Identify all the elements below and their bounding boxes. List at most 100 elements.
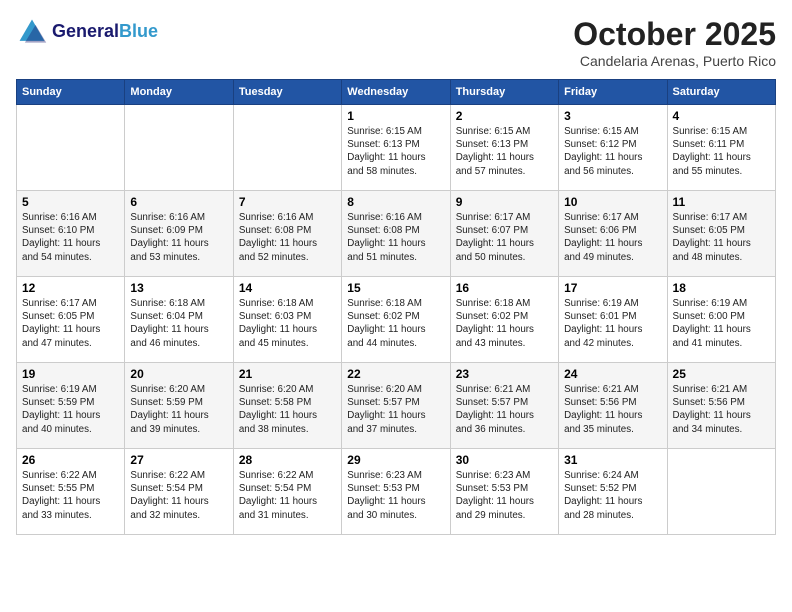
day-info: Sunrise: 6:18 AM Sunset: 6:02 PM Dayligh…	[347, 297, 444, 350]
calendar-week-row: 12Sunrise: 6:17 AM Sunset: 6:05 PM Dayli…	[17, 277, 776, 363]
calendar-cell: 19 Sunrise: 6:19 AM Sunset: 5:59 PM Dayli…	[17, 363, 125, 449]
calendar-cell: 13Sunrise: 6:18 AM Sunset: 6:04 PM Dayli…	[125, 277, 233, 363]
calendar-cell	[17, 105, 125, 191]
day-number: 20	[130, 367, 227, 381]
day-info: Sunrise: 6:23 AM Sunset: 5:53 PM Dayligh…	[347, 469, 444, 522]
calendar-cell: 3 Sunrise: 6:15 AM Sunset: 6:12 PM Daylig…	[559, 105, 667, 191]
title-block: October 2025 Candelaria Arenas, Puerto R…	[573, 16, 776, 69]
day-number: 2	[456, 109, 553, 123]
day-number: 26	[22, 453, 119, 467]
calendar-cell	[667, 449, 775, 535]
calendar-cell: 29 Sunrise: 6:23 AM Sunset: 5:53 PM Dayli…	[342, 449, 450, 535]
day-number: 30	[456, 453, 553, 467]
calendar-cell: 30 Sunrise: 6:23 AM Sunset: 5:53 PM Dayli…	[450, 449, 558, 535]
day-number: 14	[239, 281, 336, 295]
day-of-week-header: Tuesday	[233, 80, 341, 105]
day-number: 19	[22, 367, 119, 381]
calendar-cell: 26Sunrise: 6:22 AM Sunset: 5:55 PM Dayli…	[17, 449, 125, 535]
day-number: 22	[347, 367, 444, 381]
day-number: 6	[130, 195, 227, 209]
day-number: 9	[456, 195, 553, 209]
calendar-cell: 20 Sunrise: 6:20 AM Sunset: 5:59 PM Dayli…	[125, 363, 233, 449]
day-info: Sunrise: 6:18 AM Sunset: 6:02 PM Dayligh…	[456, 297, 553, 350]
day-number: 3	[564, 109, 661, 123]
location-subtitle: Candelaria Arenas, Puerto Rico	[573, 53, 776, 69]
day-of-week-header: Wednesday	[342, 80, 450, 105]
day-info: Sunrise: 6:16 AM Sunset: 6:08 PM Dayligh…	[347, 211, 444, 264]
day-info: Sunrise: 6:17 AM Sunset: 6:07 PM Dayligh…	[456, 211, 553, 264]
day-info: Sunrise: 6:19 AM Sunset: 5:59 PM Dayligh…	[22, 383, 119, 436]
calendar-cell: 22 Sunrise: 6:20 AM Sunset: 5:57 PM Dayli…	[342, 363, 450, 449]
calendar-cell: 31Sunrise: 6:24 AM Sunset: 5:52 PM Dayli…	[559, 449, 667, 535]
day-number: 27	[130, 453, 227, 467]
calendar-cell: 18 Sunrise: 6:19 AM Sunset: 6:00 PM Dayli…	[667, 277, 775, 363]
calendar-cell: 23 Sunrise: 6:21 AM Sunset: 5:57 PM Dayli…	[450, 363, 558, 449]
day-number: 28	[239, 453, 336, 467]
calendar-cell: 27Sunrise: 6:22 AM Sunset: 5:54 PM Dayli…	[125, 449, 233, 535]
calendar-cell: 11 Sunrise: 6:17 AM Sunset: 6:05 PM Dayli…	[667, 191, 775, 277]
day-number: 10	[564, 195, 661, 209]
calendar-cell: 17 Sunrise: 6:19 AM Sunset: 6:01 PM Dayli…	[559, 277, 667, 363]
logo-icon	[16, 16, 48, 48]
day-info: Sunrise: 6:16 AM Sunset: 6:10 PM Dayligh…	[22, 211, 119, 264]
day-info: Sunrise: 6:17 AM Sunset: 6:06 PM Dayligh…	[564, 211, 661, 264]
calendar-cell: 24Sunrise: 6:21 AM Sunset: 5:56 PM Dayli…	[559, 363, 667, 449]
day-info: Sunrise: 6:23 AM Sunset: 5:53 PM Dayligh…	[456, 469, 553, 522]
day-info: Sunrise: 6:24 AM Sunset: 5:52 PM Dayligh…	[564, 469, 661, 522]
day-info: Sunrise: 6:20 AM Sunset: 5:57 PM Dayligh…	[347, 383, 444, 436]
calendar-table: SundayMondayTuesdayWednesdayThursdayFrid…	[16, 79, 776, 535]
calendar-cell: 16 Sunrise: 6:18 AM Sunset: 6:02 PM Dayli…	[450, 277, 558, 363]
calendar-cell: 28Sunrise: 6:22 AM Sunset: 5:54 PM Dayli…	[233, 449, 341, 535]
day-number: 11	[673, 195, 770, 209]
calendar-cell: 2 Sunrise: 6:15 AM Sunset: 6:13 PM Daylig…	[450, 105, 558, 191]
day-number: 17	[564, 281, 661, 295]
day-info: Sunrise: 6:21 AM Sunset: 5:56 PM Dayligh…	[564, 383, 661, 436]
day-info: Sunrise: 6:15 AM Sunset: 6:13 PM Dayligh…	[347, 125, 444, 178]
day-info: Sunrise: 6:19 AM Sunset: 6:01 PM Dayligh…	[564, 297, 661, 350]
day-number: 15	[347, 281, 444, 295]
day-number: 29	[347, 453, 444, 467]
calendar-cell: 14 Sunrise: 6:18 AM Sunset: 6:03 PM Dayli…	[233, 277, 341, 363]
day-info: Sunrise: 6:18 AM Sunset: 6:03 PM Dayligh…	[239, 297, 336, 350]
page-header: GeneralBlue October 2025 Candelaria Aren…	[16, 16, 776, 69]
logo-text-general: GeneralBlue	[52, 22, 158, 42]
calendar-week-row: 5Sunrise: 6:16 AM Sunset: 6:10 PM Daylig…	[17, 191, 776, 277]
day-info: Sunrise: 6:17 AM Sunset: 6:05 PM Dayligh…	[673, 211, 770, 264]
calendar-cell: 10 Sunrise: 6:17 AM Sunset: 6:06 PM Dayli…	[559, 191, 667, 277]
day-number: 23	[456, 367, 553, 381]
day-number: 21	[239, 367, 336, 381]
day-of-week-header: Thursday	[450, 80, 558, 105]
day-of-week-header: Sunday	[17, 80, 125, 105]
day-info: Sunrise: 6:19 AM Sunset: 6:00 PM Dayligh…	[673, 297, 770, 350]
day-number: 8	[347, 195, 444, 209]
day-info: Sunrise: 6:21 AM Sunset: 5:56 PM Dayligh…	[673, 383, 770, 436]
calendar-header-row: SundayMondayTuesdayWednesdayThursdayFrid…	[17, 80, 776, 105]
day-info: Sunrise: 6:20 AM Sunset: 5:58 PM Dayligh…	[239, 383, 336, 436]
calendar-cell: 7Sunrise: 6:16 AM Sunset: 6:08 PM Daylig…	[233, 191, 341, 277]
calendar-cell: 5Sunrise: 6:16 AM Sunset: 6:10 PM Daylig…	[17, 191, 125, 277]
calendar-body: 1 Sunrise: 6:15 AM Sunset: 6:13 PM Daylig…	[17, 105, 776, 535]
day-number: 16	[456, 281, 553, 295]
calendar-cell: 9 Sunrise: 6:17 AM Sunset: 6:07 PM Daylig…	[450, 191, 558, 277]
day-info: Sunrise: 6:15 AM Sunset: 6:13 PM Dayligh…	[456, 125, 553, 178]
calendar-cell: 1 Sunrise: 6:15 AM Sunset: 6:13 PM Daylig…	[342, 105, 450, 191]
calendar-cell: 12Sunrise: 6:17 AM Sunset: 6:05 PM Dayli…	[17, 277, 125, 363]
day-info: Sunrise: 6:21 AM Sunset: 5:57 PM Dayligh…	[456, 383, 553, 436]
day-info: Sunrise: 6:16 AM Sunset: 6:09 PM Dayligh…	[130, 211, 227, 264]
calendar-cell: 4Sunrise: 6:15 AM Sunset: 6:11 PM Daylig…	[667, 105, 775, 191]
day-info: Sunrise: 6:20 AM Sunset: 5:59 PM Dayligh…	[130, 383, 227, 436]
day-of-week-header: Monday	[125, 80, 233, 105]
day-number: 1	[347, 109, 444, 123]
month-title: October 2025	[573, 16, 776, 53]
day-number: 18	[673, 281, 770, 295]
calendar-cell	[233, 105, 341, 191]
day-of-week-header: Saturday	[667, 80, 775, 105]
calendar-week-row: 19 Sunrise: 6:19 AM Sunset: 5:59 PM Dayli…	[17, 363, 776, 449]
day-number: 7	[239, 195, 336, 209]
calendar-cell: 6 Sunrise: 6:16 AM Sunset: 6:09 PM Daylig…	[125, 191, 233, 277]
calendar-week-row: 1 Sunrise: 6:15 AM Sunset: 6:13 PM Daylig…	[17, 105, 776, 191]
day-number: 25	[673, 367, 770, 381]
day-of-week-header: Friday	[559, 80, 667, 105]
day-info: Sunrise: 6:15 AM Sunset: 6:12 PM Dayligh…	[564, 125, 661, 178]
day-info: Sunrise: 6:18 AM Sunset: 6:04 PM Dayligh…	[130, 297, 227, 350]
